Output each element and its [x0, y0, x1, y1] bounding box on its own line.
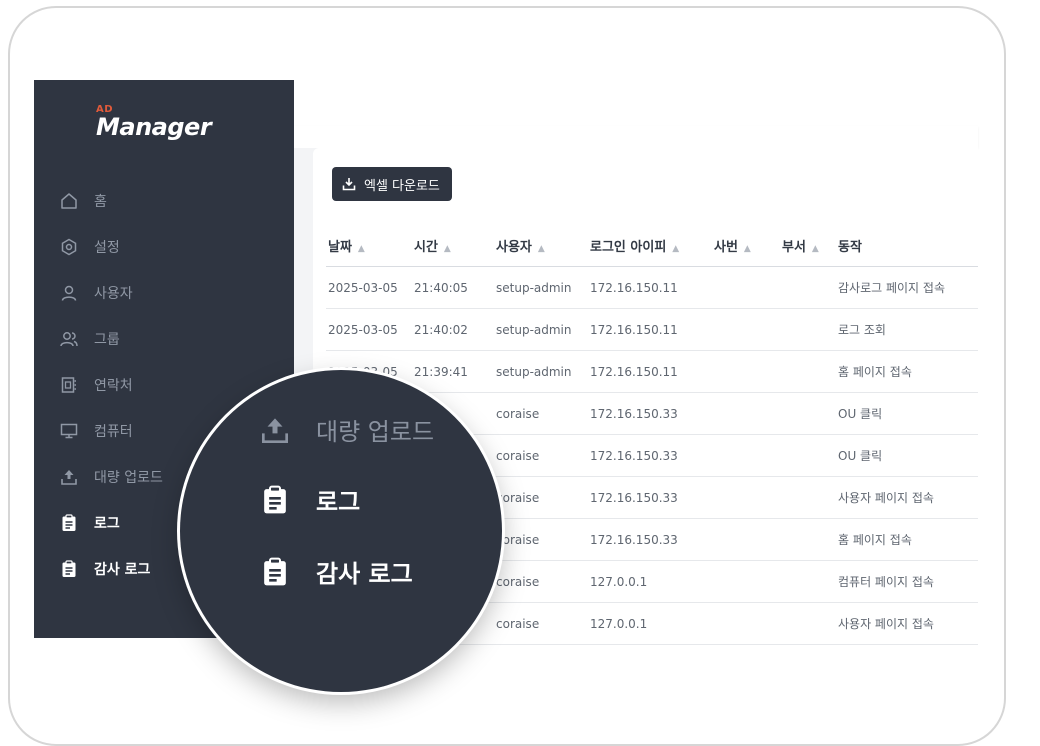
cell-user: coraise: [496, 616, 540, 631]
header-employee-number[interactable]: 사번 ▲: [712, 236, 780, 255]
cell-date: 2025-03-05: [328, 280, 398, 295]
sidebar-item-label: 그룹: [94, 332, 120, 348]
user-icon: [60, 284, 78, 302]
users-icon: [60, 330, 78, 348]
sidebar-item-groups[interactable]: 그룹: [34, 316, 294, 362]
cell-action: 홈 페이지 접속: [838, 365, 912, 379]
header-user[interactable]: 사용자 ▲: [494, 236, 588, 255]
clipboard-icon: [260, 557, 290, 587]
sidebar-item-home[interactable]: 홈: [34, 178, 294, 224]
sort-asc-icon: ▲: [672, 243, 680, 254]
magnified-item-audit-logs[interactable]: 감사 로그: [260, 554, 413, 589]
cell-login-ip: 172.16.150.33: [590, 406, 678, 421]
cell-user: coraise: [496, 448, 540, 463]
excel-download-button[interactable]: 엑셀 다운로드: [332, 167, 452, 201]
cell-user: coraise: [496, 574, 540, 589]
sidebar-item-label: 홈: [94, 194, 107, 210]
sidebar-item-settings[interactable]: 설정: [34, 224, 294, 270]
cell-login-ip: 172.16.150.11: [590, 364, 678, 379]
cell-date: 2025-03-05: [328, 322, 398, 337]
cell-action: OU 클릭: [838, 407, 883, 421]
header-date[interactable]: 날짜 ▲: [326, 236, 412, 255]
contact-book-icon: [60, 376, 78, 394]
cell-login-ip: 127.0.0.1: [590, 574, 648, 589]
cell-user: coraise: [496, 490, 540, 505]
sidebar-item-label: 설정: [94, 240, 120, 256]
magnifier-overlay: 대량 업로드 로그 감사 로그: [180, 370, 502, 692]
header-login-ip[interactable]: 로그인 아이피 ▲: [588, 236, 712, 255]
clipboard-icon: [260, 485, 290, 515]
gear-icon: [60, 238, 78, 256]
sort-asc-icon: ▲: [811, 243, 819, 254]
clipboard-icon: [60, 560, 78, 578]
sort-asc-icon: ▲: [357, 243, 365, 254]
cell-action: 사용자 페이지 접속: [838, 491, 934, 505]
cell-login-ip: 127.0.0.1: [590, 616, 648, 631]
upload-icon: [260, 415, 290, 445]
home-icon: [60, 192, 78, 210]
excel-download-label: 엑셀 다운로드: [364, 178, 440, 194]
upload-icon: [60, 468, 78, 486]
header-time[interactable]: 시간 ▲: [412, 236, 494, 255]
cell-user: coraise: [496, 406, 540, 421]
cell-user: setup-admin: [496, 364, 572, 379]
table-row[interactable]: 2025-03-05 21:40:02 setup-admin 172.16.150.…: [326, 309, 978, 351]
cell-user: setup-admin: [496, 322, 572, 337]
cell-login-ip: 172.16.150.33: [590, 532, 678, 547]
top-header-bar: [294, 126, 978, 148]
magnified-item-logs[interactable]: 로그: [260, 482, 360, 517]
cell-login-ip: 172.16.150.33: [590, 448, 678, 463]
logo-manager-text: Manager: [96, 113, 212, 141]
cell-action: OU 클릭: [838, 449, 883, 463]
clipboard-icon: [60, 514, 78, 532]
magnified-item-label: 대량 업로드: [316, 418, 435, 446]
sidebar-item-label: 감사 로그: [94, 562, 151, 578]
monitor-icon: [60, 422, 78, 440]
magnified-item-bulk-upload[interactable]: 대량 업로드: [260, 412, 434, 447]
cell-login-ip: 172.16.150.11: [590, 322, 678, 337]
sort-asc-icon: ▲: [537, 243, 545, 254]
download-icon: [342, 178, 356, 191]
cell-time: 21:40:05: [414, 280, 468, 295]
cell-login-ip: 172.16.150.11: [590, 280, 678, 295]
sidebar-item-label: 컴퓨터: [94, 424, 133, 440]
sidebar-item-label: 사용자: [94, 286, 133, 302]
sort-asc-icon: ▲: [443, 243, 451, 254]
cell-login-ip: 172.16.150.33: [590, 490, 678, 505]
cell-action: 로그 조회: [838, 323, 886, 337]
sidebar-item-label: 로그: [94, 516, 120, 532]
magnified-item-label: 로그: [316, 488, 361, 516]
table-row[interactable]: 2025-03-0521:39:41setup-admin172.16.150.…: [326, 351, 978, 393]
sidebar-item-users[interactable]: 사용자: [34, 270, 294, 316]
table-row[interactable]: 2025-03-05 21:40:05 setup-admin 172.16.150.…: [326, 267, 978, 309]
cell-user: setup-admin: [496, 280, 572, 295]
sidebar-item-label: 대량 업로드: [94, 470, 163, 486]
table-header-row: 날짜 ▲ 시간 ▲ 사용자 ▲ 로그인 아이피 ▲ 사번 ▲ 부서 ▲ 동작: [326, 224, 978, 267]
cell-action: 컴퓨터 페이지 접속: [838, 575, 934, 589]
cell-time: 21:40:02: [414, 322, 468, 337]
sidebar-item-label: 연락처: [94, 378, 133, 394]
cell-time: 21:39:41: [414, 364, 468, 379]
logo[interactable]: AD Manager: [96, 104, 212, 141]
magnified-item-label: 감사 로그: [316, 560, 413, 588]
cell-user: coraise: [496, 532, 540, 547]
cell-action: 홈 페이지 접속: [838, 533, 912, 547]
sort-asc-icon: ▲: [743, 243, 751, 254]
cell-action: 사용자 페이지 접속: [838, 617, 934, 631]
cell-action: 감사로그 페이지 접속: [838, 281, 945, 295]
header-department[interactable]: 부서 ▲: [780, 236, 836, 255]
header-action[interactable]: 동작: [836, 236, 976, 255]
